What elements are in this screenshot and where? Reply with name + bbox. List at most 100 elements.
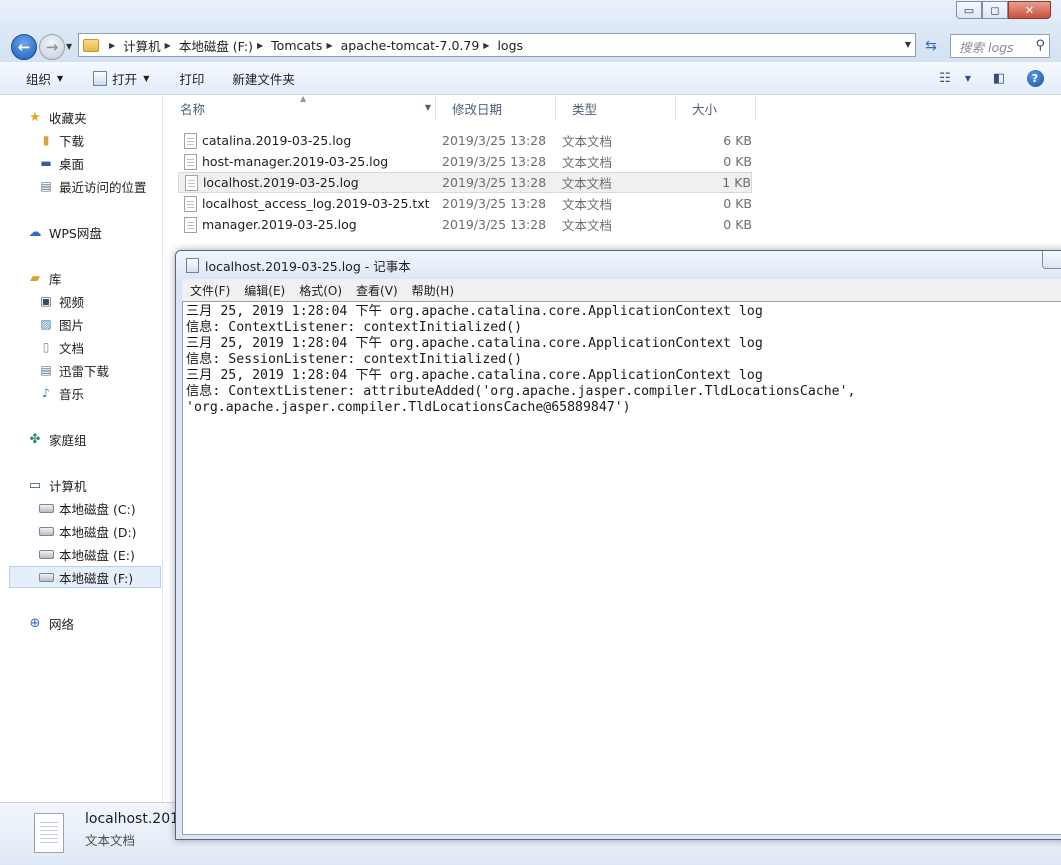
notepad-menu-bar: 文件(F) 编辑(E) 格式(O) 查看(V) 帮助(H) bbox=[182, 279, 1061, 301]
file-row[interactable]: localhost_access_log.2019-03-25.txt 2019… bbox=[178, 193, 752, 214]
nav-computer[interactable]: ▭ 计算机 bbox=[0, 474, 162, 496]
organize-button[interactable]: 组织 ▼ bbox=[0, 62, 75, 95]
notepad-title-bar[interactable]: localhost.2019-03-25.log - 记事本 bbox=[176, 251, 1061, 279]
explorer-title-bar[interactable]: ▭ ◻ ✕ bbox=[0, 0, 1061, 30]
window-controls: ▭ ◻ ✕ bbox=[956, 1, 1051, 21]
refresh-button[interactable]: ⇆ bbox=[920, 35, 942, 57]
music-icon: ♪ bbox=[42, 386, 50, 400]
arrow-left-icon: ← bbox=[17, 38, 31, 56]
maximize-icon: ◻ bbox=[990, 3, 1000, 17]
nav-item-documents[interactable]: ▯ 文档 bbox=[0, 336, 162, 358]
address-bar[interactable]: ▶ 计算机 ▶ 本地磁盘 (F:) ▶ Tomcats ▶ apache-tomcat… bbox=[78, 33, 916, 57]
notepad-minimize-button[interactable] bbox=[1042, 251, 1061, 269]
nav-favorites[interactable]: ★ 收藏夹 bbox=[0, 106, 162, 128]
chevron-right-icon[interactable]: ▶ bbox=[326, 41, 332, 50]
nav-item-thunder-downloads[interactable]: ▤ 迅雷下载 bbox=[0, 359, 162, 381]
close-button[interactable]: ✕ bbox=[1008, 1, 1051, 19]
details-file-type: 文本文档 bbox=[85, 833, 136, 848]
change-view-button[interactable]: ☷ bbox=[931, 67, 959, 91]
homegroup-icon: ✤ bbox=[29, 431, 41, 447]
minimize-button[interactable]: ▭ bbox=[956, 1, 982, 19]
breadcrumb-logs[interactable]: logs bbox=[497, 38, 523, 53]
log-line: 三月 25, 2019 1:28:04 下午 org.apache.catali… bbox=[186, 368, 763, 383]
cloud-icon: ☁ bbox=[28, 224, 42, 240]
details-file-name: localhost.2019 bbox=[85, 811, 188, 827]
chevron-down-icon[interactable]: ▼ bbox=[425, 103, 431, 112]
nav-item-downloads[interactable]: ▮ 下载 bbox=[0, 129, 162, 151]
nav-item-recent-places[interactable]: ▤ 最近访问的位置 bbox=[0, 175, 162, 197]
text-file-icon bbox=[184, 195, 197, 212]
nav-libraries[interactable]: ▰ 库 bbox=[0, 267, 162, 289]
text-file-icon bbox=[184, 216, 197, 233]
nav-item-drive-f[interactable]: 本地磁盘 (F:) bbox=[9, 566, 161, 588]
arrow-right-icon: → bbox=[45, 38, 59, 56]
breadcrumb-tomcats[interactable]: Tomcats ▶ bbox=[271, 38, 340, 53]
library-icon: ▰ bbox=[30, 270, 40, 286]
download-library-icon: ▤ bbox=[40, 363, 52, 377]
nav-item-music[interactable]: ♪ 音乐 bbox=[0, 382, 162, 404]
log-line: 信息: ContextListener: attributeAdded('org… bbox=[186, 384, 856, 399]
view-controls: ☷ ▼ ◧ ? bbox=[931, 62, 1061, 95]
view-options-dropdown[interactable]: ▼ bbox=[959, 67, 977, 91]
file-row[interactable]: host-manager.2019-03-25.log 2019/3/25 13… bbox=[178, 151, 752, 172]
back-button[interactable]: ← bbox=[11, 34, 37, 60]
breadcrumb-computer[interactable]: 计算机 ▶ bbox=[123, 36, 179, 55]
chevron-down-icon: ▼ bbox=[57, 73, 64, 83]
refresh-icon: ⇆ bbox=[925, 38, 937, 54]
chevron-right-icon[interactable]: ▶ bbox=[483, 41, 489, 50]
notepad-icon bbox=[186, 257, 199, 273]
document-icon: ▯ bbox=[42, 340, 50, 354]
computer-icon: ▭ bbox=[28, 477, 42, 493]
log-line: 信息: SessionListener: contextInitialized(… bbox=[186, 352, 523, 367]
nav-network[interactable]: ⊕ 网络 bbox=[0, 612, 162, 634]
column-headers: ▲ 名称 ▼ 修改日期 类型 大小 bbox=[164, 94, 1061, 121]
new-folder-button[interactable]: 新建文件夹 bbox=[216, 62, 307, 95]
notepad-text-area[interactable]: 三月 25, 2019 1:28:04 下午 org.apache.catali… bbox=[182, 301, 1061, 835]
menu-format[interactable]: 格式(O) bbox=[292, 282, 349, 299]
nav-homegroup[interactable]: ✤ 家庭组 bbox=[0, 428, 162, 450]
nav-item-videos[interactable]: ▣ 视频 bbox=[0, 290, 162, 312]
nav-wps-cloud[interactable]: ☁ WPS网盘 bbox=[0, 221, 162, 243]
column-header-size[interactable]: 大小 bbox=[676, 96, 756, 121]
nav-item-desktop[interactable]: ▬ 桌面 bbox=[0, 152, 162, 174]
close-icon: ✕ bbox=[1024, 3, 1035, 17]
recent-places-icon: ▤ bbox=[40, 179, 52, 193]
video-icon: ▣ bbox=[40, 294, 52, 308]
column-header-type[interactable]: 类型 bbox=[556, 96, 676, 121]
open-button[interactable]: 打开 ▼ bbox=[75, 62, 161, 95]
breadcrumb-apache-tomcat[interactable]: apache-tomcat-7.0.79 ▶ bbox=[341, 38, 498, 53]
maximize-button[interactable]: ◻ bbox=[982, 1, 1008, 19]
help-button[interactable]: ? bbox=[1021, 67, 1049, 91]
system-drive-icon bbox=[38, 500, 54, 516]
menu-file[interactable]: 文件(F) bbox=[182, 282, 237, 299]
search-input[interactable]: 搜索 logs ⚲ bbox=[950, 34, 1050, 58]
address-history-dropdown[interactable]: ▼ bbox=[905, 40, 911, 49]
chevron-right-icon[interactable]: ▶ bbox=[165, 41, 171, 50]
menu-help[interactable]: 帮助(H) bbox=[405, 282, 461, 299]
log-line: 'org.apache.jasper.compiler.TldLocations… bbox=[186, 400, 631, 415]
preview-pane-button[interactable]: ◧ bbox=[985, 67, 1013, 91]
address-row: ← → ▼ ▶ 计算机 ▶ 本地磁盘 (F:) ▶ Tomcats ▶ apache-… bbox=[0, 30, 1061, 62]
notepad-title: localhost.2019-03-25.log - 记事本 bbox=[205, 258, 411, 274]
file-row-selected[interactable]: localhost.2019-03-25.log 2019/3/25 13:28… bbox=[178, 172, 752, 193]
forward-button[interactable]: → bbox=[39, 34, 65, 60]
print-button[interactable]: 打印 bbox=[161, 62, 216, 95]
recent-pages-dropdown[interactable]: ▼ bbox=[66, 42, 72, 51]
nav-item-drive-e[interactable]: 本地磁盘 (E:) bbox=[0, 543, 162, 565]
menu-view[interactable]: 查看(V) bbox=[349, 282, 405, 299]
file-row[interactable]: manager.2019-03-25.log 2019/3/25 13:28 文… bbox=[178, 214, 752, 235]
search-placeholder: 搜索 logs bbox=[959, 39, 1014, 55]
network-icon: ⊕ bbox=[29, 615, 41, 631]
column-header-date[interactable]: 修改日期 bbox=[436, 96, 556, 121]
preview-pane-icon: ◧ bbox=[992, 71, 1006, 86]
nav-item-pictures[interactable]: ▨ 图片 bbox=[0, 313, 162, 335]
file-row[interactable]: catalina.2019-03-25.log 2019/3/25 13:28 … bbox=[178, 130, 752, 151]
nav-item-drive-d[interactable]: 本地磁盘 (D:) bbox=[0, 520, 162, 542]
breadcrumb-drive-f[interactable]: 本地磁盘 (F:) ▶ bbox=[179, 36, 271, 55]
notepad-icon bbox=[93, 70, 108, 86]
menu-edit[interactable]: 编辑(E) bbox=[237, 282, 292, 299]
column-header-name[interactable]: ▲ 名称 ▼ bbox=[164, 94, 436, 121]
chevron-right-icon[interactable]: ▶ bbox=[257, 41, 263, 50]
nav-item-drive-c[interactable]: 本地磁盘 (C:) bbox=[0, 497, 162, 519]
chevron-right-icon[interactable]: ▶ bbox=[109, 41, 115, 50]
